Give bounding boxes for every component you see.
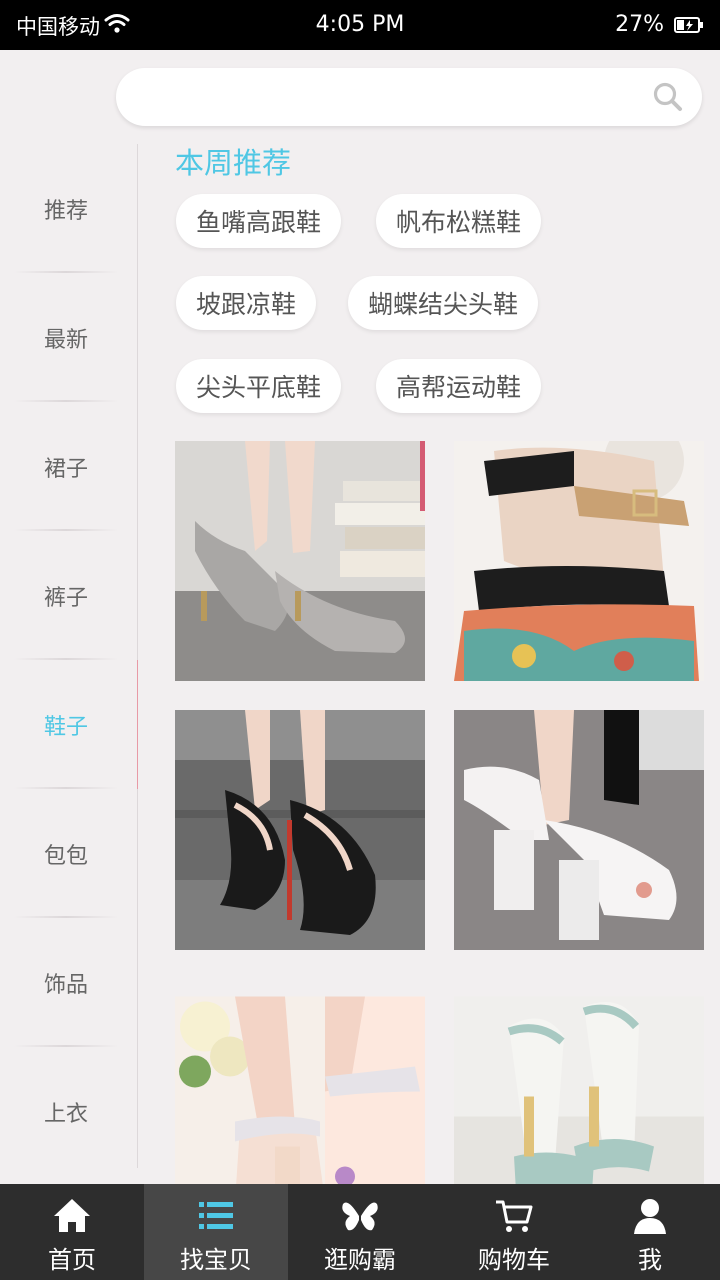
sidebar-item-pants[interactable]: 裤子 <box>0 531 132 660</box>
bottom-tab-bar: 首页 找宝贝 逛购霸 购物车 我 <box>0 1184 720 1280</box>
product-image-mint-sandals[interactable] <box>454 979 704 1219</box>
butterfly-icon <box>342 1202 378 1231</box>
sidebar-item-label: 裤子 <box>43 585 88 611</box>
sidebar-item-label: 上衣 <box>43 1101 88 1127</box>
sidebar-item-label: 推荐 <box>43 198 88 224</box>
home-icon <box>54 1199 90 1232</box>
sidebar-item-bags[interactable]: 包包 <box>0 789 132 918</box>
section-title: 本周推荐 <box>175 146 292 180</box>
tag-chip[interactable]: 帆布松糕鞋 <box>376 194 542 248</box>
sidebar-item-tops[interactable]: 上衣 <box>0 1047 132 1176</box>
product-image-black-peep-toe[interactable] <box>175 710 425 950</box>
clock: 4:05 PM <box>315 12 405 37</box>
tag-chip[interactable]: 鱼嘴高跟鞋 <box>176 194 342 248</box>
sidebar-item-label: 裙子 <box>43 456 88 482</box>
tab-find-items[interactable]: 找宝贝 <box>144 1184 288 1280</box>
sidebar-item-label: 饰品 <box>43 972 88 998</box>
product-image-black-sandal[interactable] <box>454 441 704 681</box>
product-image-pink-jeweled[interactable] <box>175 979 425 1219</box>
mint-ankle-strap-sandals-photo <box>454 996 704 1202</box>
tab-label: 购物车 <box>478 1246 550 1274</box>
tab-label: 逛购霸 <box>324 1246 396 1274</box>
status-bar: 中国移动 4:05 PM 27% <box>0 0 720 50</box>
search-icon[interactable] <box>652 81 684 113</box>
tab-cart[interactable]: 购物车 <box>432 1184 596 1280</box>
sidebar-item-skirts[interactable]: 裙子 <box>0 402 132 531</box>
sidebar-item-shoes[interactable]: 鞋子 <box>0 660 138 789</box>
tab-home[interactable]: 首页 <box>0 1184 144 1280</box>
tab-label: 我 <box>638 1246 662 1274</box>
silver-pointed-heels-photo <box>175 441 425 681</box>
search-bar[interactable] <box>116 68 702 126</box>
white-block-heel-sandals-photo <box>454 710 704 950</box>
tab-label: 首页 <box>48 1246 96 1274</box>
active-indicator <box>137 660 138 789</box>
tab-me[interactable]: 我 <box>580 1184 720 1280</box>
category-sidebar: 推荐 最新 裙子 裤子 鞋子 包包 饰品 上衣 <box>0 144 138 1168</box>
pink-jeweled-heel-sandals-photo <box>175 996 425 1202</box>
product-image-white-block-heels[interactable] <box>454 710 704 950</box>
sidebar-item-newest[interactable]: 最新 <box>0 273 132 402</box>
sidebar-item-recommended[interactable]: 推荐 <box>0 144 132 273</box>
sidebar-item-label: 包包 <box>43 843 88 869</box>
black-peep-toe-heels-photo <box>175 710 425 950</box>
sidebar-item-label: 最新 <box>43 327 88 353</box>
list-icon <box>199 1202 233 1229</box>
battery-percentage: 27% <box>615 12 664 37</box>
sidebar-item-accessories[interactable]: 饰品 <box>0 918 132 1047</box>
tag-chip[interactable]: 高帮运动鞋 <box>376 359 542 413</box>
tab-browse[interactable]: 逛购霸 <box>288 1184 432 1280</box>
black-platform-sandal-photo <box>454 441 704 681</box>
sidebar-item-label: 鞋子 <box>43 714 88 740</box>
tab-label: 找宝贝 <box>180 1246 252 1274</box>
battery-icon <box>674 17 703 33</box>
tag-chip[interactable]: 蝴蝶结尖头鞋 <box>348 276 539 330</box>
cart-icon <box>496 1200 533 1232</box>
user-icon <box>634 1199 666 1234</box>
tag-chip[interactable]: 坡跟凉鞋 <box>176 276 317 330</box>
search-input[interactable] <box>140 78 640 116</box>
tag-chip[interactable]: 尖头平底鞋 <box>176 359 342 413</box>
product-image-silver-heels[interactable] <box>175 441 425 681</box>
